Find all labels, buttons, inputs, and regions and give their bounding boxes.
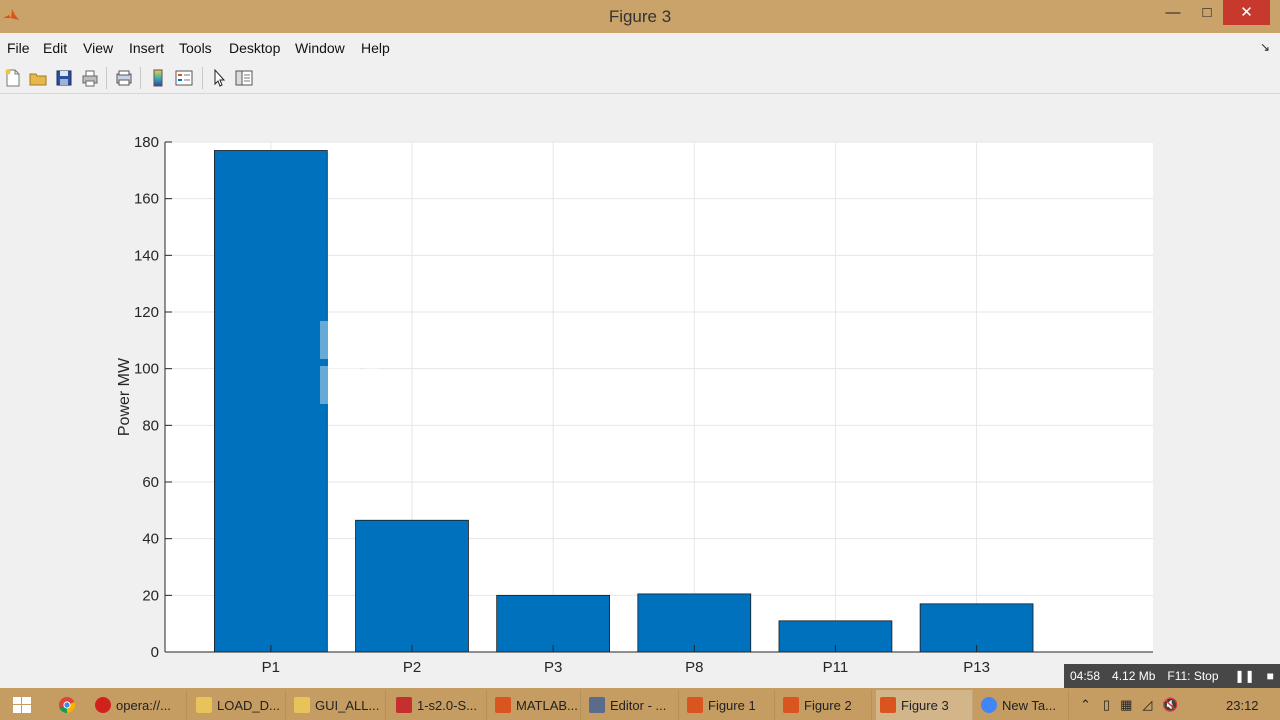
recorder-overlay: 04:58 4.12 Mb F11: Stop ❚❚ ■: [1064, 664, 1280, 688]
menu-bar: File Edit View Insert Tools Desktop Wind…: [0, 33, 1280, 63]
taskbar-item-label: opera://...: [116, 697, 171, 713]
y-axis-label: Power MW: [116, 357, 133, 436]
new-figure-icon[interactable]: [3, 68, 23, 88]
y-tick-label: 120: [134, 304, 159, 321]
y-tick-label: 100: [134, 361, 159, 378]
y-tick-label: 20: [142, 587, 159, 604]
x-tick-label: P13: [963, 659, 990, 676]
taskbar-item[interactable]: Figure 1: [683, 690, 775, 720]
toolbar-separator: [202, 67, 203, 89]
menu-tools[interactable]: Tools: [179, 40, 212, 56]
y-tick-label: 80: [142, 417, 159, 434]
opera-icon: [95, 697, 111, 713]
menu-edit[interactable]: Edit: [43, 40, 67, 56]
taskbar-item-label: Editor - ...: [610, 697, 667, 713]
taskbar-item-label: LOAD_D...: [217, 697, 280, 713]
property-editor-icon[interactable]: [234, 68, 254, 88]
x-tick-label: P1: [262, 659, 280, 676]
taskbar-item[interactable]: GUI_ALL...: [290, 690, 386, 720]
open-file-icon[interactable]: [28, 68, 48, 88]
folder-icon: [196, 697, 212, 713]
recorder-elapsed: 04:58: [1070, 669, 1101, 683]
menu-window[interactable]: Window: [295, 40, 345, 56]
toolbar: [0, 63, 1280, 94]
matlab-figure-icon: [880, 697, 896, 713]
figure-canvas: 0 20 40 60 80 100 120 140 160 180 P1 P2 P3 P8 P11 P13 P…: [0, 94, 1280, 688]
pdf-icon: [396, 697, 412, 713]
toolbar-separator: [140, 67, 141, 89]
bar-p13: [919, 603, 1034, 653]
bar-p2: [355, 519, 469, 653]
editor-icon: [589, 697, 605, 713]
taskbar-item[interactable]: MATLAB...: [491, 690, 581, 720]
stop-icon[interactable]: ■: [1261, 669, 1280, 683]
chrome-icon: [981, 697, 997, 713]
menu-help[interactable]: Help: [361, 40, 390, 56]
menu-insert[interactable]: Insert: [129, 40, 164, 56]
colorbar-icon[interactable]: [148, 68, 168, 88]
taskbar-item[interactable]: Figure 2: [779, 690, 872, 720]
matlab-figure-icon: [783, 697, 799, 713]
menu-desktop[interactable]: Desktop: [229, 40, 280, 56]
toolbar-separator: [106, 67, 107, 89]
bar-chart: 0 20 40 60 80 100 120 140 160 180 P1 P2 P3 P8 P11 P13 P…: [116, 134, 1153, 676]
save-icon[interactable]: [54, 68, 74, 88]
taskbar-item[interactable]: LOAD_D...: [192, 690, 286, 720]
x-tick-label: P2: [403, 659, 421, 676]
battery-icon[interactable]: ▯: [1103, 697, 1110, 713]
taskbar-item-label: Figure 1: [708, 697, 756, 713]
taskbar-item[interactable]: Editor - ...: [585, 690, 679, 720]
print-preview-icon[interactable]: [114, 68, 134, 88]
volume-icon[interactable]: 🔇: [1162, 697, 1178, 713]
taskbar-item-label: Figure 2: [804, 697, 852, 713]
taskbar-item-label: MATLAB...: [516, 697, 578, 713]
taskbar-item-label: New Ta...: [1002, 697, 1056, 713]
menu-view[interactable]: View: [83, 40, 113, 56]
menu-file[interactable]: File: [7, 40, 30, 56]
close-button[interactable]: ✕: [1223, 0, 1270, 25]
system-tray: ⌃ ▯ ▦ ◿ 🔇: [1080, 690, 1179, 720]
dock-arrow-icon[interactable]: ↘: [1260, 40, 1270, 54]
show-hidden-icons-icon[interactable]: ⌃: [1080, 697, 1091, 713]
clock[interactable]: 23:12: [1226, 690, 1259, 720]
x-tick-label: P8: [685, 659, 703, 676]
taskbar-item[interactable]: 1-s2.0-S...: [392, 690, 487, 720]
edit-plot-icon[interactable]: [210, 68, 230, 88]
recorder-size: 4.12 Mb: [1112, 669, 1156, 683]
taskbar: opera://... LOAD_D... GUI_ALL... 1-s2.0-S..…: [0, 688, 1280, 720]
taskbar-item-label: 1-s2.0-S...: [417, 697, 477, 713]
recorder-hotkey: F11: Stop: [1167, 669, 1219, 683]
y-tick-label: 60: [142, 474, 159, 491]
y-tick-label: 180: [134, 134, 159, 151]
action-center-icon[interactable]: ▦: [1120, 697, 1132, 713]
x-tick-label: P3: [544, 659, 562, 676]
y-tick-label: 0: [151, 644, 159, 661]
y-tick-label: 160: [134, 191, 159, 208]
network-icon[interactable]: ◿: [1142, 697, 1152, 713]
bar-p8: [637, 593, 752, 653]
y-tick-label: 40: [142, 531, 159, 548]
taskbar-item-label: GUI_ALL...: [315, 697, 380, 713]
title-bar: Figure 3 — □ ✕: [0, 0, 1280, 33]
taskbar-item-label: Figure 3: [901, 697, 949, 713]
pause-icon[interactable]: ❚❚: [1229, 669, 1261, 683]
window-title: Figure 3: [608, 7, 672, 26]
matlab-icon: [495, 697, 511, 713]
taskbar-item[interactable]: New Ta...: [977, 690, 1069, 720]
print-icon[interactable]: [80, 68, 100, 88]
bar-p1: [213, 150, 328, 653]
chrome-icon[interactable]: [58, 696, 76, 714]
matlab-figure-icon: [687, 697, 703, 713]
x-tick-label: P11: [823, 659, 849, 676]
y-tick-label: 140: [134, 247, 159, 264]
taskbar-item[interactable]: Figure 3: [876, 690, 973, 720]
taskbar-item[interactable]: opera://...: [91, 690, 187, 720]
bar-p3: [496, 594, 610, 653]
legend-icon[interactable]: [174, 68, 194, 88]
windows-start-icon[interactable]: [13, 697, 31, 713]
folder-icon: [294, 697, 310, 713]
